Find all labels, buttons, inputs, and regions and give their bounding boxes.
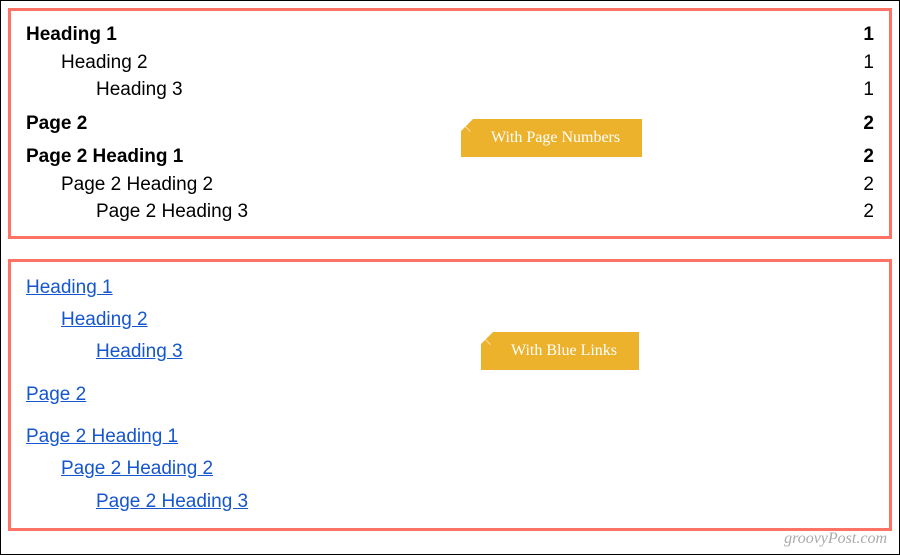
toc-entry: Heading 2 1: [26, 49, 874, 77]
toc-link-entry: Heading 3: [26, 336, 874, 368]
toc-link[interactable]: Heading 3: [96, 341, 183, 362]
toc-entry: Heading 1 1: [26, 21, 874, 49]
toc-link-entry: Page 2 Heading 2: [26, 453, 874, 485]
toc-link[interactable]: Page 2: [26, 384, 86, 405]
toc-entry: Heading 3 1: [26, 76, 874, 104]
toc-title: Page 2 Heading 3: [26, 198, 248, 226]
toc-title: Page 2: [26, 110, 87, 138]
toc-link-entry: Heading 2: [26, 304, 874, 336]
callout-label: With Page Numbers: [491, 129, 620, 146]
toc-page: 1: [863, 21, 874, 49]
toc-entry: Page 2 Heading 2 2: [26, 171, 874, 199]
toc-page: 1: [863, 76, 874, 104]
toc-blue-links-panel: Heading 1 Heading 2 Heading 3 Page 2 Pag…: [8, 259, 892, 531]
watermark: groovyPost.com: [784, 530, 887, 548]
callout-label: With Blue Links: [511, 342, 617, 359]
toc-entry: Page 2 Heading 3 2: [26, 198, 874, 226]
toc-link[interactable]: Page 2 Heading 2: [61, 458, 213, 479]
toc-page: 2: [863, 171, 874, 199]
toc-link-entry: Heading 1: [26, 272, 874, 304]
toc-link-entry: Page 2 Heading 3: [26, 486, 874, 518]
toc-link-entry: Page 2: [26, 379, 874, 411]
toc-title: Heading 2: [26, 49, 148, 77]
toc-page: 2: [863, 198, 874, 226]
toc-page: 2: [863, 143, 874, 171]
callout-blue-links: With Blue Links: [481, 332, 639, 370]
toc-page: 2: [863, 110, 874, 138]
toc-entry: Page 2 2: [26, 110, 874, 138]
toc-title: Heading 3: [26, 76, 183, 104]
toc-link[interactable]: Heading 1: [26, 277, 113, 298]
toc-link[interactable]: Heading 2: [61, 309, 148, 330]
toc-entry: Page 2 Heading 1 2: [26, 143, 874, 171]
toc-link[interactable]: Page 2 Heading 3: [96, 491, 248, 512]
toc-title: Page 2 Heading 2: [26, 171, 213, 199]
callout-page-numbers: With Page Numbers: [461, 119, 642, 157]
toc-page: 1: [863, 49, 874, 77]
toc-link-entry: Page 2 Heading 1: [26, 421, 874, 453]
toc-title: Page 2 Heading 1: [26, 143, 183, 171]
toc-title: Heading 1: [26, 21, 117, 49]
toc-page-numbers-panel: Heading 1 1 Heading 2 1 Heading 3 1 Page…: [8, 8, 892, 239]
toc-link[interactable]: Page 2 Heading 1: [26, 426, 178, 447]
